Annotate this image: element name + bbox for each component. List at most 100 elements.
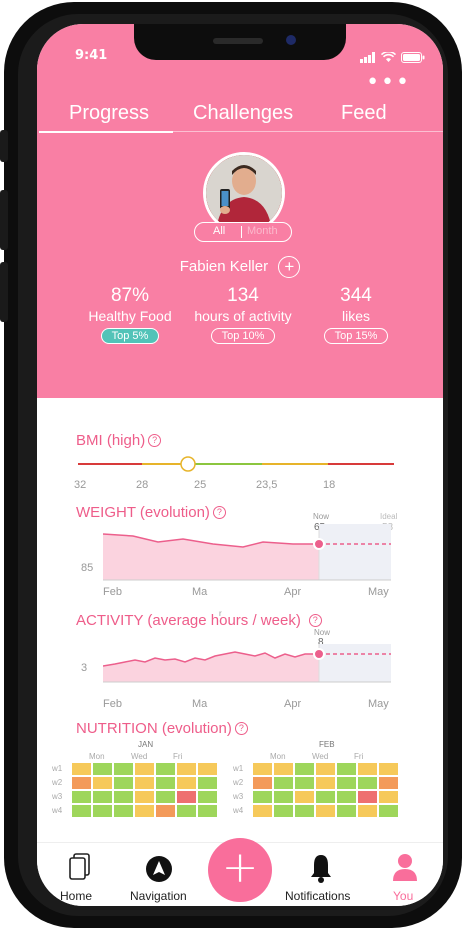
tab-feed[interactable]: Feed <box>341 102 387 125</box>
heatmap-cell[interactable] <box>295 777 314 789</box>
heatmap-cell[interactable] <box>295 791 314 803</box>
add-entry-button[interactable]: + <box>208 838 272 902</box>
navigation-tab[interactable]: Navigation <box>125 843 195 906</box>
heatmap-cell[interactable] <box>337 763 356 775</box>
speaker <box>213 38 263 44</box>
heatmap-cell[interactable] <box>295 763 314 775</box>
tab-label: Notifications <box>285 889 351 903</box>
heatmap-cell[interactable] <box>93 763 112 775</box>
heatmap-cell[interactable] <box>379 763 398 775</box>
notifications-tab[interactable]: Notifications <box>279 843 365 906</box>
period-toggle[interactable]: All Month <box>194 222 292 242</box>
top-tabs: Progress Challenges Feed <box>37 102 443 133</box>
heatmap-cell[interactable] <box>156 777 175 789</box>
weight-ideal-label: Ideal <box>380 512 398 521</box>
heatmap-week-label: w1 <box>233 764 244 773</box>
stat-value: 87% <box>110 285 150 306</box>
heatmap-cell[interactable] <box>358 777 377 789</box>
heatmap-cell[interactable] <box>177 805 196 817</box>
heatmap-cell[interactable] <box>379 777 398 789</box>
heatmap-cell[interactable] <box>156 805 175 817</box>
bmi-tick: 18 <box>323 479 336 491</box>
month-label: May <box>368 698 389 710</box>
heatmap-day-label: Mon <box>270 752 286 761</box>
heatmap-cell[interactable] <box>337 777 356 789</box>
heatmap-cell[interactable] <box>316 791 335 803</box>
stat-label: Healthy Food <box>88 308 172 324</box>
heatmap-cell[interactable] <box>379 805 398 817</box>
heatmap-cell[interactable] <box>198 763 217 775</box>
tab-divider <box>173 131 443 132</box>
heatmap-cell[interactable] <box>93 777 112 789</box>
heatmap-cell[interactable] <box>135 805 154 817</box>
heatmap-cell[interactable] <box>72 791 91 803</box>
heatmap-cell[interactable] <box>177 777 196 789</box>
heatmap-cell[interactable] <box>253 791 272 803</box>
heatmap-cell[interactable] <box>135 777 154 789</box>
front-camera <box>286 35 296 45</box>
heatmap-cell[interactable] <box>274 791 293 803</box>
tab-progress[interactable]: Progress <box>69 102 149 125</box>
heatmap-cell[interactable] <box>337 791 356 803</box>
tab-challenges[interactable]: Challenges <box>193 102 293 125</box>
heatmap-cell[interactable] <box>72 805 91 817</box>
heatmap-cell[interactable] <box>274 805 293 817</box>
heatmap-cell[interactable] <box>358 805 377 817</box>
bmi-tick: 23,5 <box>256 479 278 491</box>
bmi-scale <box>78 456 394 472</box>
heatmap-cell[interactable] <box>156 791 175 803</box>
heatmap-cell[interactable] <box>358 763 377 775</box>
add-friend-plus-icon[interactable]: + <box>278 256 301 278</box>
info-icon[interactable]: ? <box>148 434 162 447</box>
heatmap-cell[interactable] <box>198 777 217 789</box>
you-tab[interactable]: You <box>381 843 431 906</box>
toggle-all[interactable]: All <box>213 225 225 237</box>
stat-value: 134 <box>227 285 259 306</box>
info-icon[interactable]: ? <box>234 722 248 735</box>
toggle-separator <box>241 226 242 238</box>
heatmap-cell[interactable] <box>295 805 314 817</box>
info-icon[interactable]: ? <box>212 506 226 519</box>
heatmap-cell[interactable] <box>274 763 293 775</box>
heatmap-cell[interactable] <box>72 763 91 775</box>
heatmap-cell[interactable] <box>198 805 217 817</box>
heatmap-cell[interactable] <box>177 763 196 775</box>
bmi-title-text: BMI (high) <box>76 432 146 449</box>
heatmap-cell[interactable] <box>114 791 133 803</box>
heatmap-cell[interactable] <box>72 777 91 789</box>
heatmap-cell[interactable] <box>135 763 154 775</box>
home-icon <box>69 853 90 880</box>
heatmap-cell[interactable] <box>198 791 217 803</box>
heatmap-cell[interactable] <box>114 777 133 789</box>
heatmap-cell[interactable] <box>274 777 293 789</box>
heatmap-cell[interactable] <box>253 805 272 817</box>
toggle-month[interactable]: Month <box>247 225 278 237</box>
home-tab[interactable]: Home <box>55 843 105 906</box>
heatmap-cell[interactable] <box>114 763 133 775</box>
heatmap-cell[interactable] <box>177 791 196 803</box>
heatmap-cell[interactable] <box>135 791 154 803</box>
rank-badge: Top 15% <box>323 328 389 344</box>
heatmap-cell[interactable] <box>93 805 112 817</box>
activity-title: ACTIVITY (average hours / week)? <box>76 612 322 629</box>
heatmap-cell[interactable] <box>358 791 377 803</box>
heatmap-cell[interactable] <box>93 791 112 803</box>
heatmap-cell[interactable] <box>337 805 356 817</box>
heatmap-cell[interactable] <box>156 763 175 775</box>
month-label: Apr <box>284 698 302 710</box>
heatmap-cell[interactable] <box>379 791 398 803</box>
heatmap-week-label: w1 <box>52 764 63 773</box>
heatmap-cell[interactable] <box>253 777 272 789</box>
heatmap-cell[interactable] <box>253 763 272 775</box>
heatmap-week-label: w3 <box>52 792 63 801</box>
heatmap-cell[interactable] <box>316 763 335 775</box>
signal-icon <box>360 48 376 67</box>
heatmap-cell[interactable] <box>114 805 133 817</box>
heatmap-cell[interactable] <box>316 777 335 789</box>
profile-name: Fabien Keller <box>179 257 269 275</box>
month-label: Apr <box>284 586 302 598</box>
info-icon[interactable]: ? <box>308 614 322 627</box>
more-dots-icon[interactable]: ••• <box>366 72 411 94</box>
volume-up-button <box>0 190 8 250</box>
heatmap-cell[interactable] <box>316 805 335 817</box>
